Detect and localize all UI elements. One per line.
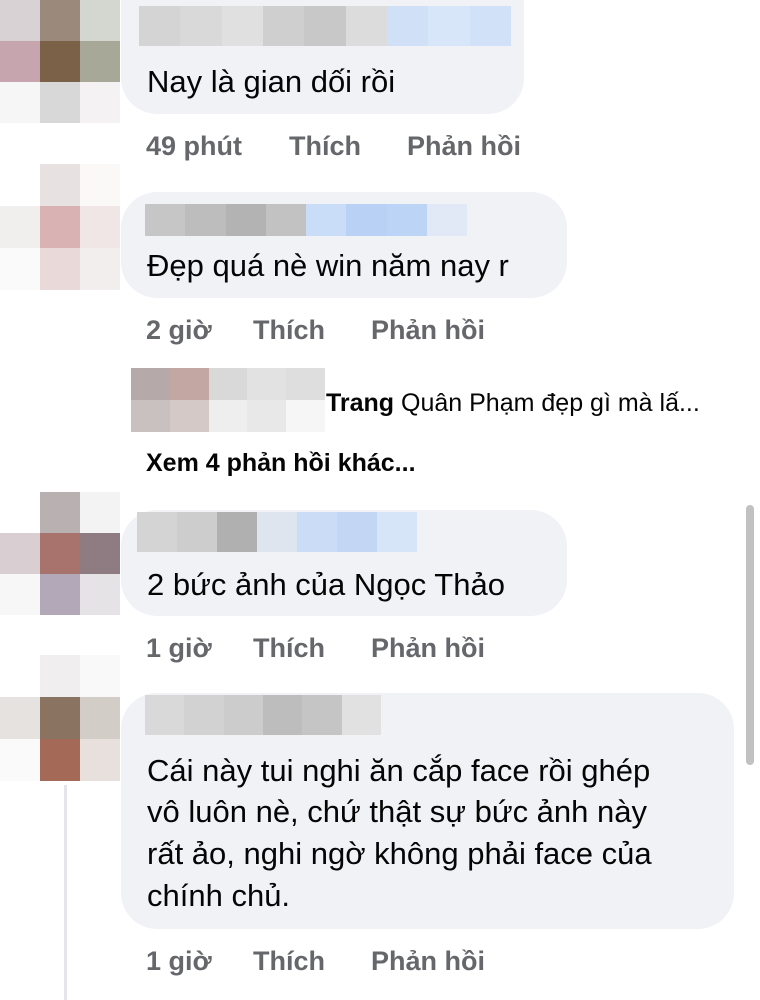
like-button[interactable]: Thích bbox=[253, 315, 325, 346]
commenter-name[interactable] bbox=[137, 512, 417, 552]
comment-text: Nay là gian dối rồi bbox=[147, 64, 396, 99]
commenter-name[interactable] bbox=[145, 695, 381, 735]
reply-button[interactable]: Phản hồi bbox=[371, 633, 485, 664]
avatar[interactable] bbox=[0, 492, 120, 616]
reply-button[interactable]: Phản hồi bbox=[371, 946, 485, 977]
comment-bubble: Đẹp quá nè win năm nay r bbox=[121, 192, 567, 298]
comment-time[interactable]: 49 phút bbox=[146, 131, 242, 162]
reply-author[interactable]: Trang bbox=[326, 389, 394, 417]
comment-text: 2 bức ảnh của Ngọc Thảo bbox=[147, 567, 505, 602]
comment-text-line: vô luôn nè, chứ thật sự bức ảnh này bbox=[147, 794, 647, 829]
like-button[interactable]: Thích bbox=[253, 946, 325, 977]
reply-button[interactable]: Phản hồi bbox=[407, 131, 521, 162]
comment-time[interactable]: 1 giờ bbox=[146, 633, 212, 664]
like-button[interactable]: Thích bbox=[253, 633, 325, 664]
comment-time[interactable]: 1 giờ bbox=[146, 946, 212, 977]
reply-button[interactable]: Phản hồi bbox=[371, 315, 485, 346]
see-more-replies-link[interactable]: Xem 4 phản hồi khác... bbox=[146, 449, 416, 478]
reply-text: Quân Phạm đẹp gì mà lấ... bbox=[401, 389, 700, 417]
comment-text-line: chính chủ. bbox=[147, 878, 291, 913]
comment-bubble: 2 bức ảnh của Ngọc Thảo bbox=[121, 510, 567, 616]
comment-text-line: rất ảo, nghi ngờ không phải face của bbox=[147, 836, 652, 871]
thread-line bbox=[64, 785, 67, 1000]
avatar[interactable] bbox=[0, 0, 120, 123]
commenter-name[interactable] bbox=[139, 6, 511, 46]
commenter-name[interactable] bbox=[145, 204, 467, 236]
comment-bubble: Cái này tui nghi ăn cắp face rồi ghép vô… bbox=[121, 693, 734, 929]
scrollbar-thumb[interactable] bbox=[746, 505, 754, 765]
reply-preview[interactable]: Trang Quân Phạm đẹp gì mà lấ... bbox=[326, 389, 700, 418]
reply-avatar[interactable] bbox=[131, 368, 325, 432]
avatar[interactable] bbox=[0, 164, 120, 290]
comment-bubble: Nay là gian dối rồi bbox=[121, 0, 524, 114]
avatar[interactable] bbox=[0, 655, 120, 781]
like-button[interactable]: Thích bbox=[289, 131, 361, 162]
comment-text: Đẹp quá nè win năm nay r bbox=[147, 248, 509, 283]
comment-text-line: Cái này tui nghi ăn cắp face rồi ghép bbox=[147, 753, 651, 788]
comment-time[interactable]: 2 giờ bbox=[146, 315, 212, 346]
